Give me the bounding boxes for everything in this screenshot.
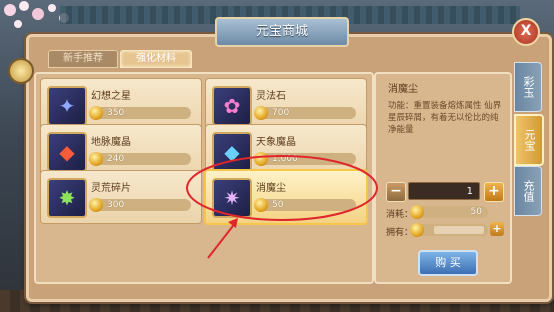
star-gem-icon: ✦ [47, 86, 87, 126]
ingot-icon [254, 106, 268, 120]
blue-crystal-icon: ◆ [212, 132, 252, 172]
owned-label: 拥有： [386, 228, 414, 238]
quantity-decrease-button[interactable]: − [386, 182, 406, 202]
owned-value-blurred [434, 226, 484, 234]
price-bar: 700 [254, 106, 356, 120]
ingot-icon [89, 106, 103, 120]
detail-description: 功能：重置装备熔炼属性 仙界星辰碎屑，有着无以伦比的纯净能量 [388, 101, 502, 135]
side-tab-recharge[interactable]: 充值 [514, 166, 542, 216]
red-crystal-icon: ◆ [47, 132, 87, 172]
item-price: 240 [107, 154, 125, 164]
owned-bar [410, 223, 488, 237]
side-ornament-icon [8, 58, 34, 84]
item-name: 灵荒碎片 [91, 183, 131, 194]
item-price: 300 [107, 200, 125, 210]
detail-title: 消魔尘 [388, 84, 418, 95]
ingot-icon [410, 223, 424, 237]
green-fragment-icon: ✸ [47, 178, 87, 218]
purple-dust-icon: ✷ [212, 178, 252, 218]
item-name: 地脉魔晶 [91, 137, 131, 148]
recharge-plus-button[interactable]: + [490, 222, 504, 236]
ingot-icon [89, 152, 103, 166]
price-bar: 350 [89, 106, 191, 120]
item-name: 天象魔晶 [256, 137, 296, 148]
pink-stone-icon: ✿ [212, 86, 252, 126]
item-price: 700 [272, 108, 290, 118]
item-name: 灵法石 [256, 91, 286, 102]
buy-button[interactable]: 购 买 [418, 250, 478, 276]
quantity-field[interactable]: 1 [408, 182, 480, 200]
cost-label: 消耗： [386, 210, 414, 220]
window-title: 元宝商城 [215, 17, 349, 47]
price-bar: 240 [89, 152, 191, 166]
item-name: 消魔尘 [256, 183, 286, 194]
tab-enhance-materials[interactable]: 强化材料 [120, 50, 192, 68]
cost-bar: 50 [410, 205, 488, 219]
shop-item[interactable]: ✸ 灵荒碎片 300 [40, 170, 202, 224]
price-bar: 1,000 [254, 152, 356, 166]
item-price: 350 [107, 108, 125, 118]
item-name: 幻想之星 [91, 91, 131, 102]
price-bar: 50 [254, 198, 356, 212]
side-tab-caiyu[interactable]: 彩玉 [514, 62, 542, 112]
close-button[interactable]: X [512, 18, 540, 46]
cost-value: 50 [470, 207, 482, 217]
ingot-icon [254, 198, 268, 212]
quantity-increase-button[interactable]: + [484, 182, 504, 202]
item-price: 50 [272, 200, 284, 210]
ingot-icon [89, 198, 103, 212]
shop-item-selected[interactable]: ✷ 消魔尘 50 [204, 169, 368, 225]
price-bar: 300 [89, 198, 191, 212]
tab-newbie-recommend[interactable]: 新手推荐 [48, 50, 118, 68]
ingot-icon [254, 152, 268, 166]
side-tab-yuanbao[interactable]: 元宝 [514, 114, 544, 166]
item-price: 1,000 [272, 154, 298, 164]
ingot-icon [410, 205, 424, 219]
